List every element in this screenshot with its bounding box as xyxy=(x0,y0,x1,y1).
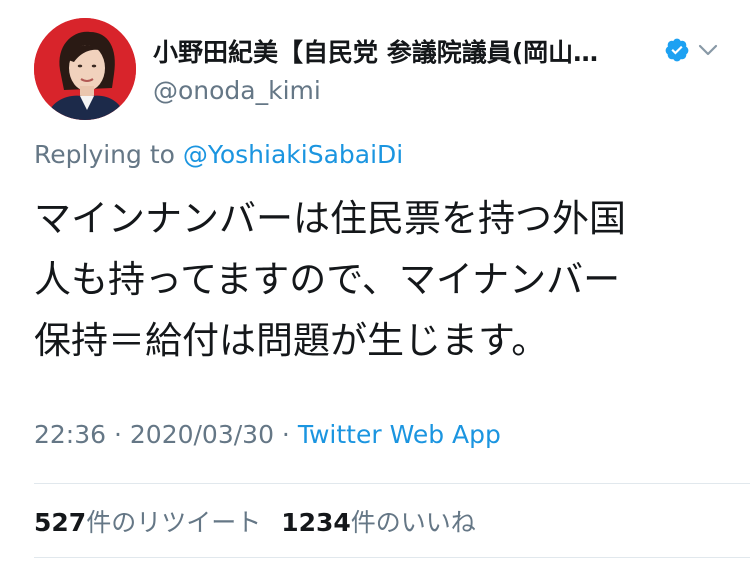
divider xyxy=(34,483,750,484)
divider xyxy=(34,557,750,558)
meta-separator: · xyxy=(273,420,298,449)
author-handle[interactable]: @onoda_kimi xyxy=(153,76,321,105)
replying-to-handle-link[interactable]: @YoshiakiSabaiDi xyxy=(183,140,403,169)
replying-to-label: Replying to xyxy=(34,140,183,169)
likes-stat[interactable]: 1234件のいいね xyxy=(281,508,476,537)
replying-to-line: Replying to @YoshiakiSabaiDi xyxy=(34,140,403,169)
tweet-date[interactable]: 2020/03/30 xyxy=(130,420,274,449)
tweet-text: マインナンバーは住民票を持つ外国 人も持ってますので、マイナンバー 保持＝給付は… xyxy=(34,197,626,362)
likes-label: 件のいいね xyxy=(350,508,476,537)
tweet-time[interactable]: 22:36 xyxy=(34,420,106,449)
tweet-source-link[interactable]: Twitter Web App xyxy=(298,420,501,449)
tweet-detail: 小野田紀美【自民党 参議院議員(岡山… @onoda_kimi Replying… xyxy=(0,0,750,565)
meta-separator: · xyxy=(106,420,130,449)
tweet-stats: 527件のリツイート 1234件のいいね xyxy=(34,503,476,539)
retweets-count: 527 xyxy=(34,508,87,537)
tweet-metadata: 22:36 · 2020/03/30 · Twitter Web App xyxy=(34,420,501,449)
retweets-stat[interactable]: 527件のリツイート xyxy=(34,508,261,537)
avatar[interactable] xyxy=(34,18,136,120)
retweets-label: 件のリツイート xyxy=(86,508,262,537)
author-display-name[interactable]: 小野田紀美【自民党 参議院議員(岡山… xyxy=(153,33,598,69)
likes-count: 1234 xyxy=(281,508,351,537)
chevron-down-icon[interactable] xyxy=(697,41,719,59)
verified-badge-icon xyxy=(665,38,689,62)
